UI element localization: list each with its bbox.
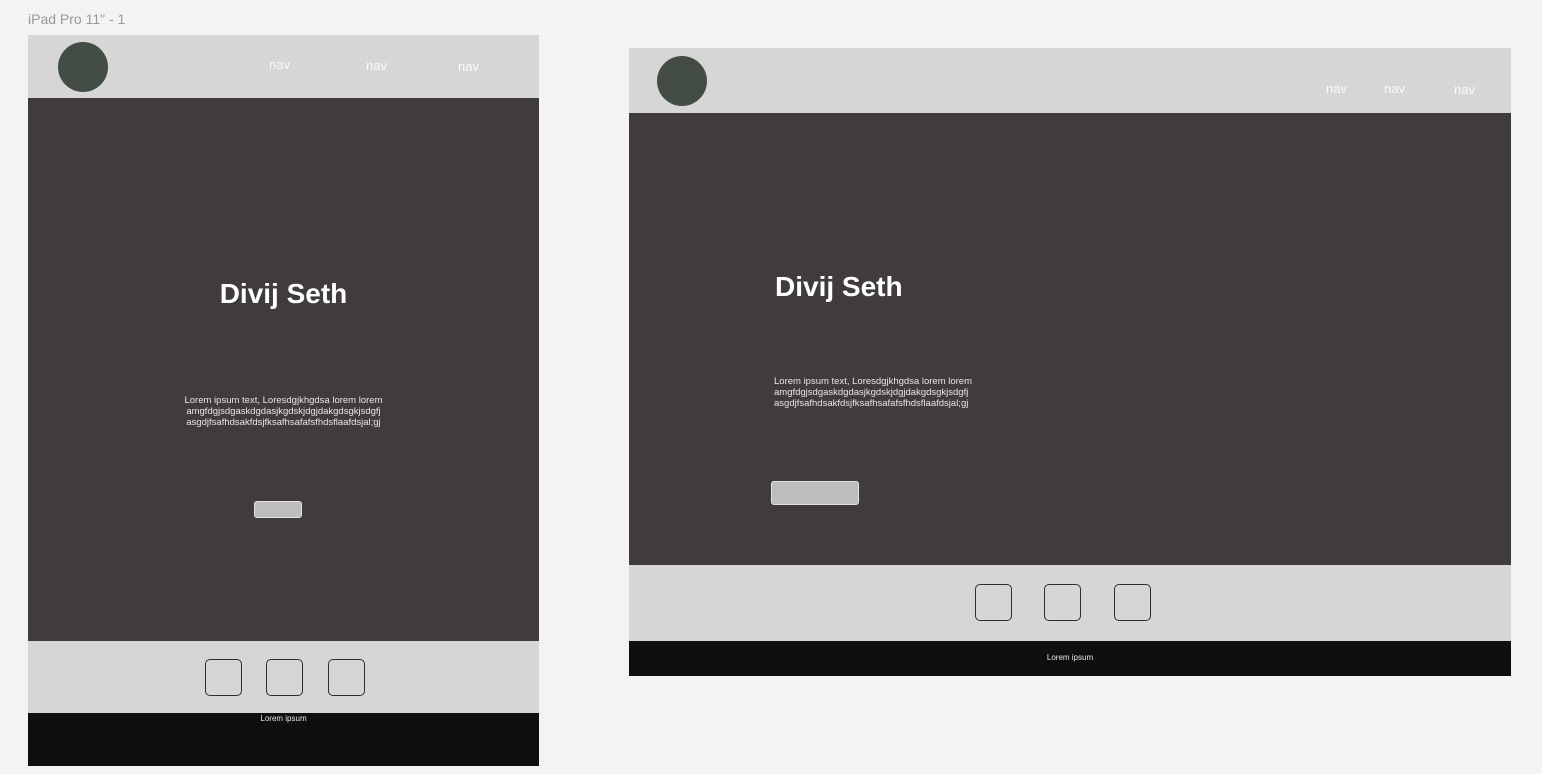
nav-item-2[interactable]: nav	[1384, 81, 1405, 96]
nav-item-1[interactable]: nav	[269, 57, 290, 72]
hero-text-line: asgdjfsafhdsakfdsjfksafhsafafsfhdsflaafd…	[186, 417, 381, 428]
header: nav nav nav	[28, 35, 539, 98]
nav-item-2[interactable]: nav	[366, 58, 387, 73]
tablet-portrait-frame: nav nav nav Divij Seth Lorem ipsum text,…	[28, 35, 539, 766]
logo-circle-icon[interactable]	[58, 42, 108, 92]
footer: Lorem ipsum	[629, 641, 1511, 676]
hero-text-line: asgdjfsafhdsakfdsjfksafhsafafsfhdsflaafd…	[774, 398, 969, 409]
hero-section: Divij Seth Lorem ipsum text, Loresdgjkhg…	[28, 98, 539, 641]
social-icon[interactable]	[1114, 584, 1151, 621]
social-icon[interactable]	[1044, 584, 1081, 621]
header: nav nav nav	[629, 48, 1511, 113]
hero-paragraph: Lorem ipsum text, Loresdgjkhgdsa lorem l…	[774, 376, 972, 409]
social-icon[interactable]	[975, 584, 1012, 621]
social-icon[interactable]	[328, 659, 365, 696]
hero-text-line: Lorem ipsum text, Loresdgjkhgdsa lorem l…	[774, 376, 973, 387]
footer-text: Lorem ipsum	[1046, 653, 1094, 662]
tablet-landscape-frame: nav nav nav Divij Seth Lorem ipsum text,…	[629, 48, 1511, 676]
hero-text-line: Lorem ipsum text, Loresdgjkhgdsa lorem l…	[184, 395, 383, 406]
nav-item-3[interactable]: nav	[1454, 82, 1475, 97]
footer: Lorem ipsum	[28, 713, 539, 766]
nav-item-1[interactable]: nav	[1326, 81, 1347, 96]
social-links-band	[28, 641, 539, 713]
hero-text-line: amgfdgjsdgaskdgdasjkgdskjdgjdakgdsgkjsdg…	[186, 406, 381, 417]
cta-button[interactable]	[771, 481, 859, 505]
footer-text: Lorem ipsum	[260, 714, 307, 723]
hero-text-line: amgfdgjsdgaskdgdasjkgdskjdgjdakgdsgkjsdg…	[774, 387, 969, 398]
hero-title: Divij Seth	[775, 271, 903, 302]
social-icon[interactable]	[205, 659, 242, 696]
logo-circle-icon[interactable]	[657, 56, 707, 106]
hero-paragraph: Lorem ipsum text, Loresdgjkhgdsa lorem l…	[28, 395, 539, 428]
hero-section: Divij Seth Lorem ipsum text, Loresdgjkhg…	[629, 113, 1511, 565]
social-links-band	[629, 565, 1511, 641]
nav-item-3[interactable]: nav	[458, 59, 479, 74]
hero-title: Divij Seth	[219, 278, 348, 309]
frame-label: iPad Pro 11" - 1	[28, 11, 126, 27]
cta-button[interactable]	[254, 501, 302, 518]
social-icon[interactable]	[266, 659, 303, 696]
